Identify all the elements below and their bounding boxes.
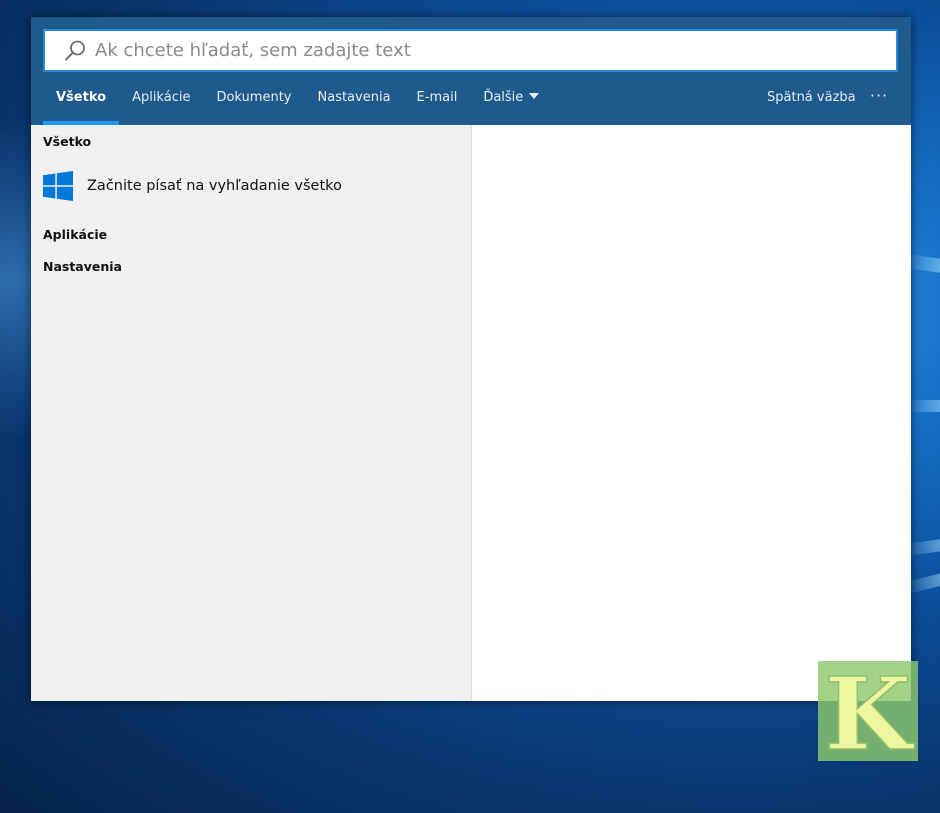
more-options-button[interactable]: ···	[867, 83, 891, 113]
search-box[interactable]	[43, 29, 898, 72]
search-hint-item[interactable]: Začnite písať na vyhľadanie všetko	[43, 171, 342, 201]
search-input[interactable]	[95, 40, 896, 61]
search-icon	[65, 40, 85, 60]
tab-email[interactable]: E-mail	[404, 83, 471, 125]
tab-documents[interactable]: Dokumenty	[203, 83, 304, 125]
section-title-all: Všetko	[43, 134, 92, 149]
watermark-logo: K	[818, 654, 918, 774]
section-title-apps: Aplikácie	[43, 227, 108, 242]
tab-all[interactable]: Všetko	[43, 83, 120, 125]
search-header: Všetko Aplikácie Dokumenty Nastavenia E-…	[31, 17, 911, 125]
preview-pane	[472, 125, 911, 701]
tab-apps[interactable]: Aplikácie	[119, 83, 203, 125]
k-logo-icon: K	[824, 654, 916, 774]
chevron-down-icon	[529, 93, 540, 99]
search-window: Všetko Aplikácie Dokumenty Nastavenia E-…	[31, 17, 911, 701]
section-title-settings: Nastavenia	[43, 259, 122, 274]
tab-settings[interactable]: Nastavenia	[305, 83, 404, 125]
watermark-letter: K	[825, 661, 915, 761]
windows-logo-icon	[43, 171, 73, 201]
search-hint-text: Začnite písať na vyhľadanie všetko	[87, 178, 342, 194]
results-pane: Všetko Začnite písať na vyhľadanie všetk…	[31, 125, 472, 701]
feedback-button[interactable]: Spätná väzba	[767, 83, 856, 113]
tab-more-label: Ďalšie	[483, 90, 524, 105]
search-tabs: Všetko Aplikácie Dokumenty Nastavenia E-…	[43, 83, 552, 125]
tab-more[interactable]: Ďalšie	[470, 83, 552, 125]
